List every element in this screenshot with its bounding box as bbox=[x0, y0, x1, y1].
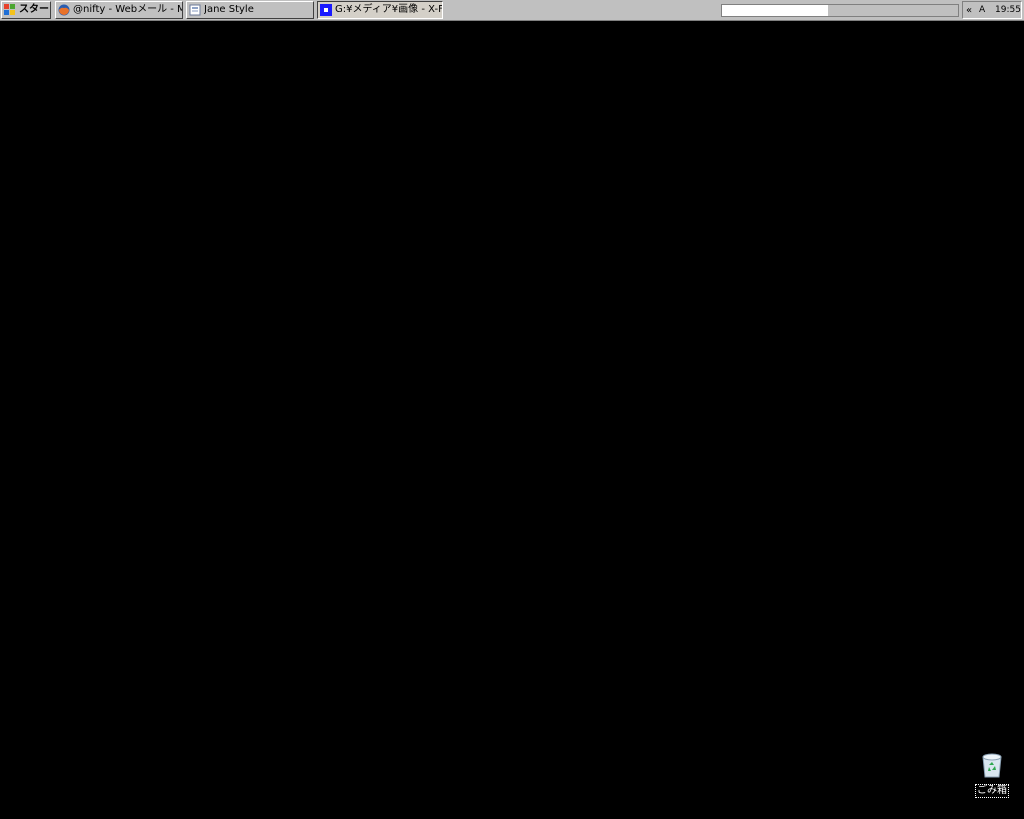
folder-window-icon bbox=[320, 4, 332, 16]
firefox-icon bbox=[58, 4, 70, 16]
progress-fill bbox=[722, 5, 829, 16]
start-label: スタート bbox=[19, 4, 50, 15]
taskbar-item-jane-style[interactable]: Jane Style bbox=[186, 1, 314, 19]
taskbar-item-label: @nifty - Webメール - Mo... bbox=[73, 4, 182, 15]
show-hidden-icons-chevron[interactable]: « bbox=[966, 5, 975, 16]
recycle-bin-icon bbox=[982, 753, 1002, 778]
taskbar-item-label: Jane Style bbox=[204, 4, 254, 15]
desktop-icon-recycle-bin[interactable]: ごみ箱 bbox=[972, 752, 1012, 798]
taskbar-item-label: G:¥メディア¥画像 - X-Fin... bbox=[335, 4, 442, 15]
desktop-icon-label: ごみ箱 bbox=[975, 784, 1009, 798]
ime-indicator-icon[interactable]: A bbox=[979, 5, 991, 15]
clock[interactable]: 19:55 bbox=[995, 5, 1021, 15]
system-tray: « A 19:55 bbox=[962, 1, 1022, 19]
windows-logo-icon bbox=[4, 4, 15, 15]
taskbar: スタート @nifty - Webメール - Mo... Jane Style … bbox=[0, 0, 1024, 21]
taskbar-item-x-finder[interactable]: G:¥メディア¥画像 - X-Fin... bbox=[317, 1, 443, 19]
taskbar-item-nifty-webmail[interactable]: @nifty - Webメール - Mo... bbox=[55, 1, 183, 19]
start-button[interactable]: スタート bbox=[1, 1, 51, 19]
jane-style-icon bbox=[189, 4, 201, 16]
taskbar-progress-bar bbox=[721, 4, 959, 17]
